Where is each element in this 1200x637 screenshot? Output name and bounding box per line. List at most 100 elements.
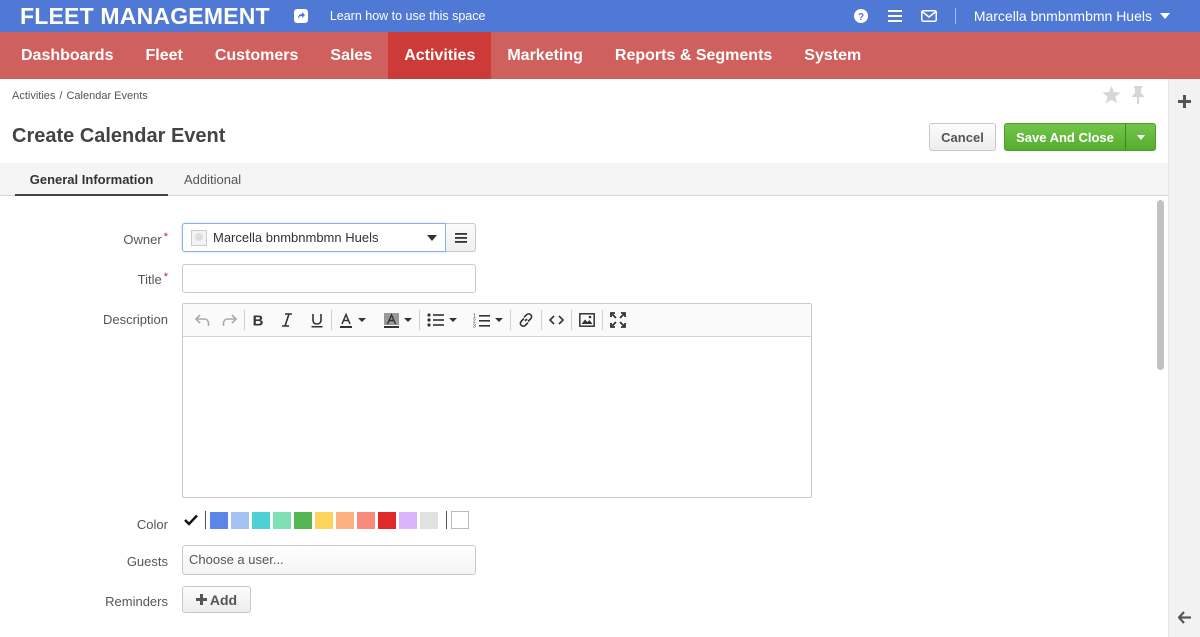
color-swatch-2[interactable] <box>231 511 249 529</box>
nav-dashboards[interactable]: Dashboards <box>0 32 129 79</box>
tabs-bar: General Information Additional <box>0 163 1168 196</box>
color-swatch-6[interactable] <box>315 511 333 529</box>
color-swatch-3[interactable] <box>252 511 270 529</box>
underline-icon[interactable] <box>310 309 324 331</box>
main-navigation: Dashboards Fleet Customers Sales Activit… <box>0 32 1200 79</box>
color-swatch-11[interactable] <box>420 511 438 529</box>
owner-label: Owner * <box>123 231 168 247</box>
help-icon[interactable]: ? <box>849 0 873 32</box>
mail-icon[interactable] <box>917 0 941 32</box>
nav-sales[interactable]: Sales <box>314 32 388 79</box>
cancel-button[interactable]: Cancel <box>929 123 996 151</box>
chevron-down-icon <box>1136 134 1145 140</box>
user-menu[interactable]: Marcella bnmbnmbmn Huels <box>974 8 1152 24</box>
nav-customers[interactable]: Customers <box>199 32 315 79</box>
color-swatch-7[interactable] <box>336 511 354 529</box>
swatch-separator <box>446 511 447 529</box>
avatar <box>191 229 207 246</box>
nav-fleet[interactable]: Fleet <box>129 32 198 79</box>
pin-icon[interactable] <box>1131 86 1145 107</box>
menu-icon[interactable] <box>883 0 907 32</box>
owner-select[interactable]: Marcella bnmbnmbmn Huels <box>182 223 446 252</box>
plus-icon[interactable] <box>1178 95 1191 111</box>
top-separator <box>954 8 956 24</box>
chevron-down-icon[interactable] <box>1160 13 1170 19</box>
color-swatch-4[interactable] <box>273 511 291 529</box>
color-picker <box>182 511 469 529</box>
brand-logo[interactable]: FLEET MANAGEMENT <box>20 0 270 32</box>
bullet-list-icon[interactable] <box>427 309 457 331</box>
color-swatch-10[interactable] <box>399 511 417 529</box>
fullscreen-icon[interactable] <box>610 309 626 331</box>
reminders-label: Reminders <box>105 594 168 609</box>
required-mark: * <box>163 231 168 243</box>
description-editor: B 123 <box>182 303 812 498</box>
save-options-dropdown[interactable] <box>1125 123 1156 151</box>
add-reminder-button[interactable]: Add <box>182 586 251 613</box>
breadcrumb-calendar-events: Calendar Events <box>66 90 148 102</box>
chevron-down-icon <box>404 318 412 322</box>
page-title: Create Calendar Event <box>12 125 226 147</box>
save-and-close-button[interactable]: Save And Close <box>1004 123 1126 151</box>
nav-system[interactable]: System <box>788 32 877 79</box>
plus-icon <box>195 594 207 605</box>
link-icon[interactable] <box>518 309 534 331</box>
numbered-list-icon[interactable]: 123 <box>473 309 503 331</box>
color-swatch-1[interactable] <box>210 511 228 529</box>
no-color-option[interactable] <box>182 511 200 529</box>
undo-icon[interactable] <box>195 309 210 331</box>
background-color-icon[interactable] <box>384 309 412 331</box>
nav-activities[interactable]: Activities <box>388 32 492 79</box>
editor-toolbar: B 123 <box>183 304 811 337</box>
nav-marketing[interactable]: Marketing <box>491 32 599 79</box>
color-swatch-8[interactable] <box>357 511 375 529</box>
breadcrumb-activities[interactable]: Activities <box>12 90 55 102</box>
bold-icon[interactable]: B <box>252 309 264 331</box>
list-icon <box>454 232 467 243</box>
swatch-separator <box>205 511 206 529</box>
required-mark: * <box>163 271 168 283</box>
breadcrumb: Activities / Calendar Events <box>12 90 148 102</box>
image-icon[interactable] <box>579 309 595 331</box>
star-icon[interactable] <box>1102 86 1121 107</box>
code-icon[interactable] <box>549 309 564 331</box>
owner-list-button[interactable] <box>446 223 476 252</box>
nav-reports-segments[interactable]: Reports & Segments <box>599 32 788 79</box>
guests-label: Guests <box>126 554 168 569</box>
toolbar-separator <box>419 310 420 330</box>
chevron-down-icon[interactable] <box>427 234 437 241</box>
color-label: Color <box>136 517 168 532</box>
text-color-icon[interactable] <box>339 309 366 331</box>
scrollbar[interactable] <box>1155 200 1166 637</box>
title-actions <box>1102 86 1145 107</box>
scrollbar-thumb[interactable] <box>1157 200 1164 370</box>
right-sidebar <box>1168 79 1200 637</box>
learn-how-link[interactable]: Learn how to use this space <box>330 9 486 23</box>
tab-general-information[interactable]: General Information <box>15 163 168 196</box>
title-input[interactable] <box>182 264 476 293</box>
description-textarea[interactable] <box>183 337 811 497</box>
share-icon[interactable] <box>293 9 308 23</box>
color-swatch-9[interactable] <box>378 511 396 529</box>
toolbar-separator <box>602 310 603 330</box>
tab-additional[interactable]: Additional <box>184 163 241 196</box>
description-label: Description <box>102 312 168 327</box>
svg-text:3: 3 <box>473 323 476 328</box>
breadcrumb-separator: / <box>59 90 63 102</box>
chevron-down-icon <box>495 318 503 322</box>
svg-text:?: ? <box>858 12 864 23</box>
arrow-left-icon[interactable] <box>1177 611 1191 627</box>
toolbar-separator <box>571 310 572 330</box>
color-swatch-5[interactable] <box>294 511 312 529</box>
toolbar-separator <box>244 310 245 330</box>
chevron-down-icon <box>449 318 457 322</box>
italic-icon[interactable] <box>280 309 294 331</box>
toolbar-separator <box>541 310 542 330</box>
toolbar-separator <box>510 310 511 330</box>
top-bar: FLEET MANAGEMENT Learn how to use this s… <box>0 0 1200 32</box>
guests-input[interactable]: Choose a user... <box>182 545 476 575</box>
redo-icon[interactable] <box>222 309 237 331</box>
swatch-list <box>210 511 441 529</box>
title-label: Title * <box>137 271 168 287</box>
custom-color-swatch[interactable] <box>451 511 469 529</box>
